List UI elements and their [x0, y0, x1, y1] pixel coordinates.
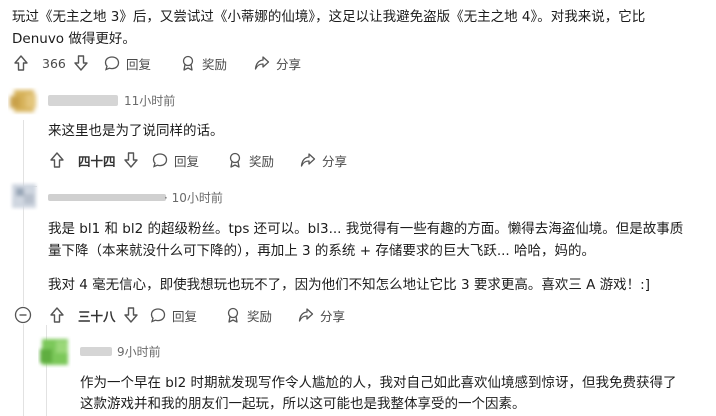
- award-button[interactable]: 奖励: [180, 54, 227, 72]
- comment-text: 玩过《无主之地 3》后，又尝试过《小蒂娜的仙境》，这足以让我避免盗版《无主之地 …: [12, 9, 646, 25]
- award-button[interactable]: 奖励: [227, 151, 274, 169]
- share-icon: [300, 152, 322, 168]
- comment-text: Denuvo 做得更好。: [12, 31, 136, 47]
- vote-bar: 366: [14, 54, 94, 72]
- share-label: 分享: [322, 153, 348, 169]
- comment-icon: [104, 55, 126, 71]
- award-icon: [225, 307, 247, 323]
- share-button[interactable]: 分享: [298, 306, 345, 324]
- upvote-icon[interactable]: [50, 152, 70, 168]
- comment-text: 我对 4 毫无信心，即使我想玩也玩不了，因为他们不知怎么地让它比 3 要求更高。…: [48, 277, 650, 293]
- reply-button[interactable]: 回复: [104, 54, 151, 72]
- collapse-icon[interactable]: [14, 306, 32, 324]
- award-icon: [180, 55, 202, 71]
- reply-label: 回复: [172, 308, 198, 324]
- avatar[interactable]: [38, 335, 72, 369]
- username-redacted: [48, 194, 166, 201]
- share-button[interactable]: 分享: [254, 54, 301, 72]
- comment-icon: [150, 307, 172, 323]
- downvote-icon[interactable]: [123, 152, 144, 168]
- award-label: 奖励: [249, 153, 275, 169]
- comment-icon: [152, 152, 174, 168]
- reply-label: 回复: [174, 153, 200, 169]
- reply-button[interactable]: 回复: [150, 306, 197, 324]
- thread-line: [23, 120, 24, 416]
- vote-bar: 三十八: [50, 306, 144, 324]
- share-icon: [298, 307, 320, 323]
- upvote-icon[interactable]: [50, 307, 70, 323]
- username-redacted: [80, 347, 112, 356]
- comment-text: 我是 bl1 和 bl2 的超级粉丝。tps 还可以。bl3... 我觉得有一些…: [48, 221, 684, 237]
- comment-time: · 10小时前: [164, 191, 223, 205]
- reply-button[interactable]: 回复: [152, 151, 199, 169]
- vote-count: 三十八: [78, 308, 116, 324]
- username-redacted: [48, 95, 118, 106]
- upvote-icon[interactable]: [14, 55, 34, 71]
- vote-bar: 四十四: [50, 151, 144, 169]
- reply-label: 回复: [126, 56, 152, 72]
- share-label: 分享: [320, 308, 346, 324]
- downvote-icon[interactable]: [74, 55, 94, 71]
- share-button[interactable]: 分享: [300, 151, 347, 169]
- award-label: 奖励: [247, 308, 273, 324]
- vote-count: 366: [42, 55, 66, 71]
- vote-count: 四十四: [78, 153, 116, 169]
- award-label: 奖励: [202, 56, 228, 72]
- comment-text: 来这里也是为了说同样的话。: [48, 123, 224, 139]
- comment-text: 量下降（本来就没什么可下降的），再加上 3 的系统 + 存储要求的巨大飞跃...…: [48, 243, 595, 259]
- comment-time: 9小时前: [117, 345, 161, 359]
- avatar[interactable]: [8, 86, 40, 118]
- award-icon: [227, 152, 249, 168]
- avatar[interactable]: [8, 180, 40, 212]
- downvote-icon[interactable]: [123, 307, 144, 323]
- comment-text: 这款游戏并和我的朋友们一起玩，所以这可能也是我整体享受的一个因素。: [80, 396, 526, 412]
- award-button[interactable]: 奖励: [225, 306, 272, 324]
- comment-text: 作为一个早在 bl2 时期就发现写作令人尴尬的人，我对自己如此喜欢仙境感到惊讶，…: [80, 375, 677, 391]
- share-label: 分享: [276, 56, 302, 72]
- comment-time: 11小时前: [124, 94, 176, 108]
- share-icon: [254, 55, 276, 71]
